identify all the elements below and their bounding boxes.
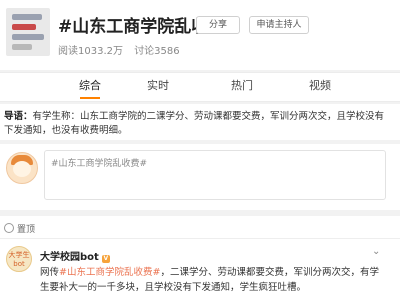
tab-bar: 综合 实时 热门 视频 <box>0 72 400 102</box>
divider <box>0 238 400 239</box>
topic-header: #山东工商学院乱收费# 阅读1033.2万 讨论3586 分享 申请主持人 <box>0 0 400 70</box>
share-button[interactable]: 分享 <box>196 16 240 34</box>
vip-badge-icon: V <box>101 255 110 263</box>
author-name[interactable]: 大学校园bot V <box>40 248 110 263</box>
topic-guide: 导语：有学生称：山东工商学院的二课学分、劳动课都要交费，军训分两次交，且学校没有… <box>0 104 400 140</box>
tab-hot[interactable]: 热门 <box>212 73 272 101</box>
tab-comprehensive[interactable]: 综合 <box>60 73 120 101</box>
compose-placeholder: #山东工商学院乱收费# <box>51 159 148 169</box>
chevron-down-icon[interactable]: ⌄ <box>372 246 380 257</box>
pinned-label: 置顶 <box>4 222 35 235</box>
read-count: 阅读1033.2万 <box>58 46 123 57</box>
discuss-count: 讨论3586 <box>134 46 180 57</box>
compose-input[interactable]: #山东工商学院乱收费# <box>44 150 386 200</box>
topic-thumbnail <box>6 8 50 56</box>
author-avatar[interactable]: 大学生 bot <box>6 246 32 272</box>
apply-host-button[interactable]: 申请主持人 <box>249 16 309 34</box>
user-avatar[interactable] <box>6 152 38 184</box>
tab-video[interactable]: 视频 <box>290 73 350 101</box>
tab-realtime[interactable]: 实时 <box>128 73 188 101</box>
compose-area: #山东工商学院乱收费# <box>0 144 400 210</box>
topic-link[interactable]: #山东工商学院乱收费# <box>59 267 160 278</box>
pinned-post: 置顶 大学生 bot 大学校园bot V ⌄ 网传#山东工商学院乱收费#，二课学分、… <box>0 216 400 308</box>
guide-text: 导语：有学生称：山东工商学院的二课学分、劳动课都要交费，军训分两次交，且学校没有… <box>4 111 385 136</box>
pin-icon <box>4 223 14 233</box>
topic-stats: 阅读1033.2万 讨论3586 <box>58 42 188 57</box>
post-text: 网传#山东工商学院乱收费#，二课学分、劳动课都要交费，军训分两次交，有学生要补大… <box>40 267 379 293</box>
